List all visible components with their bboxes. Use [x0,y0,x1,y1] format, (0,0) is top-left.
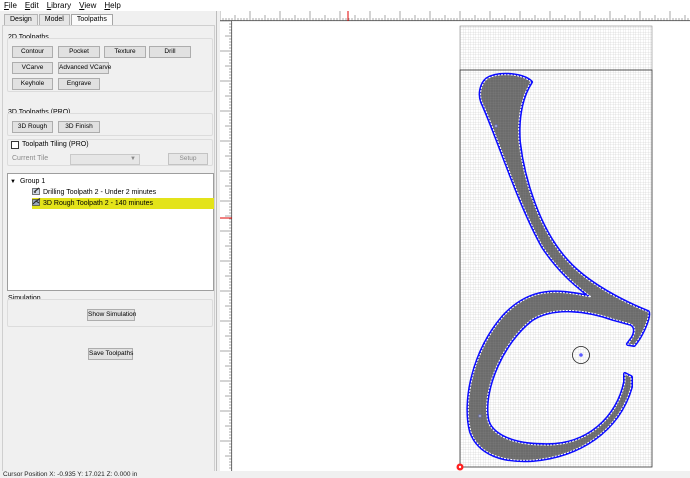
panel-tabs: Design Model Toolpaths [4,14,114,26]
tiling-group: Toolpath Tiling (PRO) Current Tile ▼ Set… [7,139,213,166]
drill-point [579,353,583,357]
show-simulation-button[interactable]: Show Simulation [87,309,136,321]
tiling-checkbox[interactable] [11,141,19,149]
menu-file[interactable]: File [4,0,17,11]
vcarve-button[interactable]: VCarve [12,62,53,74]
tiling-label: Toolpath Tiling (PRO) [22,141,89,148]
tab-design[interactable]: Design [4,14,38,25]
advanced-vcarve-button[interactable]: Advanced VCarve [58,62,111,74]
toolpath-tree[interactable]: ▼ Group 1 Drilling Toolpath 2 - Under 2 m… [7,173,214,291]
menu-view[interactable]: View [79,0,96,11]
rough-toolpath-icon [32,198,41,206]
engrave-button[interactable]: Engrave [58,78,100,90]
toolpaths-3d-group: 3D Rough 3D Finish [7,113,213,136]
drill-point [478,414,482,418]
ruler-left-ticks [220,21,232,469]
stock-top-block [459,25,653,71]
tree-group-label: Group 1 [19,178,46,185]
save-toolpaths-button[interactable]: Save Toolpaths [88,348,133,360]
drill-button[interactable]: Drill [149,46,191,58]
menu-bar: File Edit Library View Help [0,0,690,11]
setup-button[interactable]: Setup [168,153,208,165]
tree-group-row[interactable]: ▼ Group 1 [10,176,45,187]
contour-button[interactable]: Contour [12,46,53,58]
toolpaths-tab-body: 2D Toolpaths Contour Pocket Texture Dril… [2,25,215,475]
keyhole-button[interactable]: Keyhole [12,78,53,90]
toolpaths-2d-group: Contour Pocket Texture Drill VCarve Adva… [7,38,213,92]
ruler-top-ticks [220,11,689,21]
tree-item-3d-rough[interactable]: 3D Rough Toolpath 2 - 140 minutes [32,198,214,209]
viewport-3d[interactable] [233,22,690,471]
tree-item-drilling[interactable]: Drilling Toolpath 2 - Under 2 minutes [32,187,212,198]
left-panel: Design Model Toolpaths 2D Toolpaths Cont… [0,11,217,475]
texture-button[interactable]: Texture [104,46,146,58]
workpiece-view[interactable] [233,22,690,471]
ruler-top [220,11,690,21]
menu-edit[interactable]: Edit [25,0,39,11]
tree-item-label: Drilling Toolpath 2 - Under 2 minutes [43,189,157,196]
status-bar: Cursor Position X: -0.935 Y: 17.021 Z: 0… [0,471,690,478]
menu-help[interactable]: Help [104,0,120,11]
chevron-down-icon[interactable]: ▼ [10,179,16,185]
tree-item-label: 3D Rough Toolpath 2 - 140 minutes [43,200,153,207]
current-tile-select[interactable]: ▼ [70,154,140,165]
simulation-group: Show Simulation [7,299,213,327]
current-tile-label: Current Tile [12,155,49,162]
ruler-left [220,21,232,471]
origin-center [458,465,462,469]
drill-toolpath-icon [32,187,41,195]
pocket-button[interactable]: Pocket [58,46,100,58]
tab-model[interactable]: Model [38,14,70,25]
chevron-down-icon: ▼ [130,156,136,162]
3d-finish-button[interactable]: 3D Finish [58,121,100,133]
menu-library[interactable]: Library [47,0,71,11]
drill-point [494,124,498,128]
3d-rough-button[interactable]: 3D Rough [12,121,53,133]
